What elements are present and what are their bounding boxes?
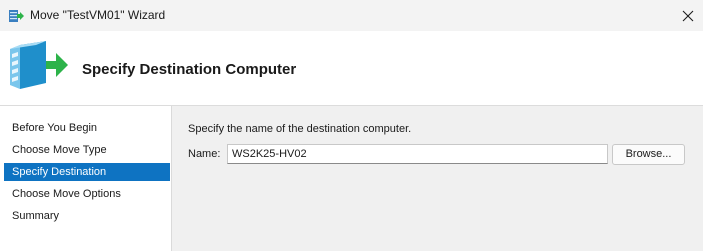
close-button[interactable] [673,0,703,31]
sidebar-item-choose-move-type[interactable]: Choose Move Type [4,141,170,159]
wizard-app-icon [8,8,24,24]
main-panel: Specify the name of the destination comp… [172,106,703,251]
sidebar-item-choose-move-options[interactable]: Choose Move Options [4,185,170,203]
name-label: Name: [188,148,221,160]
wizard-header: Specify Destination Computer [0,31,703,106]
close-icon [682,10,694,21]
destination-name-input[interactable] [227,144,608,164]
sidebar-item-specify-destination[interactable]: Specify Destination [4,163,170,181]
sidebar-item-before-you-begin[interactable]: Before You Begin [4,119,170,137]
wizard-steps-sidebar: Before You Begin Choose Move Type Specif… [0,106,171,251]
browse-button[interactable]: Browse... [612,144,685,165]
instruction-text: Specify the name of the destination comp… [188,123,412,135]
server-move-icon [6,37,70,95]
page-title: Specify Destination Computer [82,61,297,78]
sidebar-item-summary[interactable]: Summary [4,207,170,225]
title-bar: Move "TestVM01" Wizard [0,0,703,31]
window-title: Move "TestVM01" Wizard [30,8,166,22]
